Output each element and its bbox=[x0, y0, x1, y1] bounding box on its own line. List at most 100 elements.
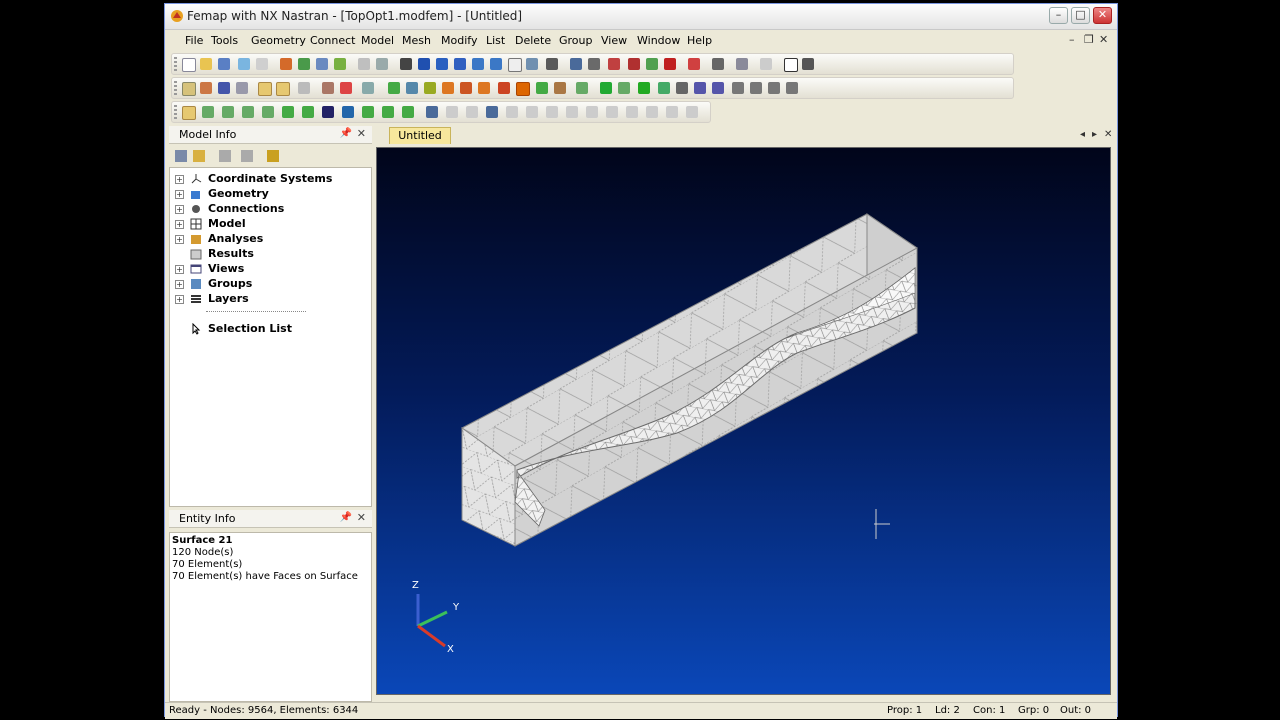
query-icon[interactable] bbox=[588, 58, 600, 70]
analysis-icon[interactable] bbox=[316, 58, 328, 70]
grid-6-icon[interactable] bbox=[586, 106, 598, 118]
grid-8-icon[interactable] bbox=[626, 106, 638, 118]
quick-options-icon[interactable] bbox=[664, 58, 676, 70]
print-icon[interactable] bbox=[358, 58, 370, 70]
tree-node-model[interactable]: + Model bbox=[170, 217, 360, 232]
close-button[interactable]: ✕ bbox=[1093, 7, 1112, 24]
expand-icon[interactable]: + bbox=[175, 295, 184, 304]
tab-scroll-right-icon[interactable]: ▸ bbox=[1092, 129, 1097, 140]
check-coincident-icon[interactable] bbox=[600, 82, 612, 94]
menu-modify[interactable]: Modify bbox=[441, 34, 477, 47]
geometry-point-icon[interactable] bbox=[388, 82, 400, 94]
expand-icon[interactable]: + bbox=[175, 205, 184, 214]
render-icon[interactable] bbox=[258, 82, 272, 96]
tab-scroll-left-icon[interactable]: ◂ bbox=[1080, 129, 1085, 140]
export-icon[interactable] bbox=[298, 58, 310, 70]
view-options-icon[interactable] bbox=[646, 58, 658, 70]
menu-group[interactable]: Group bbox=[559, 34, 593, 47]
toolbar-grip[interactable] bbox=[174, 105, 177, 119]
expand-icon[interactable]: + bbox=[175, 265, 184, 274]
close-icon[interactable]: ✕ bbox=[357, 127, 366, 140]
filled-edges-icon[interactable] bbox=[298, 82, 310, 94]
tree-node-groups[interactable]: + Groups bbox=[170, 277, 360, 292]
geometry-solid-icon[interactable] bbox=[442, 82, 454, 94]
expand-icon[interactable]: + bbox=[175, 235, 184, 244]
deform-icon[interactable] bbox=[362, 82, 374, 94]
expand-icon[interactable]: + bbox=[175, 280, 184, 289]
graphics-viewport[interactable]: Z Y X bbox=[376, 147, 1111, 695]
select-csys-icon[interactable] bbox=[342, 106, 354, 118]
mesh-control-icon[interactable] bbox=[576, 82, 588, 94]
tree-node-views[interactable]: + Views bbox=[170, 262, 360, 277]
menu-connect[interactable]: Connect bbox=[310, 34, 355, 47]
toolbar-grip[interactable] bbox=[174, 57, 177, 71]
menu-window[interactable]: Window bbox=[637, 34, 680, 47]
tree-visibility-icon[interactable] bbox=[193, 150, 205, 162]
select-material-icon[interactable] bbox=[382, 106, 394, 118]
entity-display-icon[interactable] bbox=[182, 82, 196, 96]
grid-9-icon[interactable] bbox=[646, 106, 658, 118]
menu-tools[interactable]: Tools bbox=[211, 34, 238, 47]
menu-mesh[interactable]: Mesh bbox=[402, 34, 431, 47]
model-material-icon[interactable] bbox=[454, 58, 466, 70]
grid-icon[interactable] bbox=[486, 106, 498, 118]
magnify-icon[interactable] bbox=[526, 58, 538, 70]
measure-icon[interactable] bbox=[736, 58, 748, 70]
text-icon[interactable] bbox=[460, 82, 472, 94]
mesh-toggle-icon[interactable] bbox=[536, 82, 548, 94]
select-volume-icon[interactable] bbox=[262, 106, 274, 118]
pin-icon[interactable]: 📌 bbox=[340, 512, 352, 523]
align-3-icon[interactable] bbox=[466, 106, 478, 118]
model-node-icon[interactable] bbox=[400, 58, 412, 70]
close-icon[interactable]: ✕ bbox=[357, 511, 366, 524]
property-icon[interactable] bbox=[786, 82, 798, 94]
shading-icon[interactable] bbox=[276, 82, 290, 96]
menu-view[interactable]: View bbox=[601, 34, 627, 47]
select-surface-icon[interactable] bbox=[242, 106, 254, 118]
hidden-line-icon[interactable] bbox=[236, 82, 248, 94]
toolbar-grip[interactable] bbox=[174, 81, 177, 95]
view-style-icon[interactable] bbox=[628, 58, 640, 70]
import-icon[interactable] bbox=[280, 58, 292, 70]
node-icon[interactable] bbox=[658, 82, 670, 94]
tree-sync-icon[interactable] bbox=[241, 150, 253, 162]
mdi-minimize-button[interactable]: – bbox=[1069, 33, 1075, 46]
grid-7-icon[interactable] bbox=[606, 106, 618, 118]
shrink-icon[interactable] bbox=[322, 82, 334, 94]
maximize-button[interactable]: □ bbox=[1071, 7, 1090, 24]
element-icon[interactable] bbox=[676, 82, 688, 94]
menu-geometry[interactable]: Geometry bbox=[251, 34, 306, 47]
tab-untitled[interactable]: Untitled bbox=[389, 127, 451, 144]
post-data-icon[interactable] bbox=[340, 82, 352, 94]
grid-11-icon[interactable] bbox=[686, 106, 698, 118]
title-bar[interactable]: Femap with NX Nastran - [TopOpt1.modfem]… bbox=[165, 4, 1117, 30]
layer-icon[interactable] bbox=[750, 82, 762, 94]
rotate-icon[interactable] bbox=[546, 58, 558, 70]
select-point-icon[interactable] bbox=[202, 106, 214, 118]
menu-file[interactable]: File bbox=[185, 34, 203, 47]
autoscale-icon[interactable] bbox=[508, 58, 522, 72]
open-folder-icon[interactable] bbox=[200, 58, 212, 70]
tab-close-icon[interactable]: ✕ bbox=[1104, 129, 1112, 140]
tree-node-analyses[interactable]: + Analyses bbox=[170, 232, 360, 247]
undo-icon[interactable] bbox=[256, 58, 268, 70]
model-property-icon[interactable] bbox=[436, 58, 448, 70]
expand-icon[interactable]: + bbox=[175, 190, 184, 199]
pick-icon[interactable] bbox=[712, 58, 724, 70]
results-icon[interactable] bbox=[334, 58, 346, 70]
mdi-restore-button[interactable]: ❐ bbox=[1084, 33, 1094, 46]
select-load-icon[interactable] bbox=[402, 106, 414, 118]
geometry-curve-icon[interactable] bbox=[406, 82, 418, 94]
coordinate-icon[interactable] bbox=[732, 82, 744, 94]
meshing-toolbox-icon[interactable] bbox=[554, 82, 566, 94]
save-icon[interactable] bbox=[218, 58, 230, 70]
snap-icon[interactable] bbox=[760, 58, 772, 70]
rebuild-icon[interactable] bbox=[238, 58, 250, 70]
constraint-icon[interactable] bbox=[694, 82, 706, 94]
menu-list[interactable]: List bbox=[486, 34, 505, 47]
select-curve-icon[interactable] bbox=[222, 106, 234, 118]
material-icon[interactable] bbox=[768, 82, 780, 94]
mesh-solid-icon[interactable] bbox=[516, 82, 530, 96]
model-element-icon[interactable] bbox=[418, 58, 430, 70]
tree-node-selection-list[interactable]: Selection List bbox=[170, 322, 360, 337]
